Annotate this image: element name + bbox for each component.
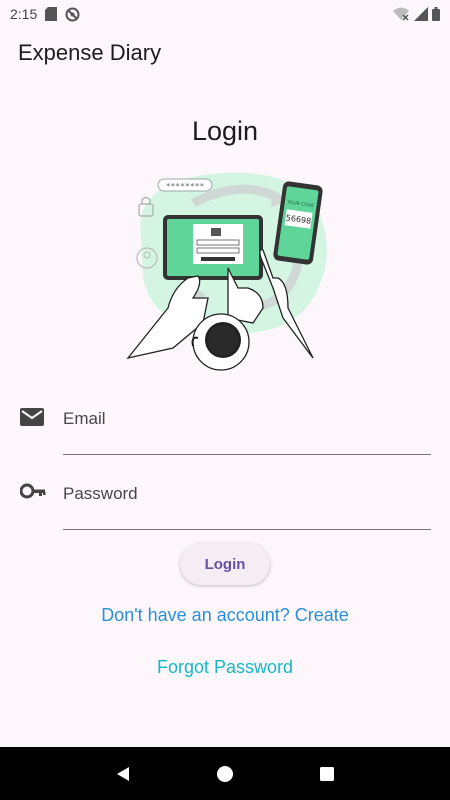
- recents-square-icon: [320, 766, 334, 781]
- login-illustration: ******** YOUR CODE 56698: [113, 158, 335, 378]
- recents-button[interactable]: [315, 762, 339, 786]
- password-field-group: Password: [0, 473, 450, 533]
- email-input[interactable]: [63, 398, 431, 455]
- status-time: 2:15: [10, 6, 38, 22]
- password-mask-text: ********: [166, 182, 205, 191]
- signal-icon: [414, 7, 428, 21]
- create-account-link[interactable]: Don't have an account? Create: [0, 605, 450, 626]
- back-triangle-icon: [117, 766, 129, 781]
- system-nav-bar: [0, 747, 450, 800]
- email-field-group: Email: [0, 398, 450, 458]
- status-bar: 2:15: [0, 0, 450, 28]
- wifi-off-icon: [392, 7, 410, 21]
- app-bar-title: Expense Diary: [18, 40, 162, 65]
- no-sync-icon: [65, 7, 80, 22]
- key-icon: [19, 483, 46, 505]
- sd-card-icon: [45, 7, 58, 21]
- battery-icon: [432, 7, 440, 21]
- mail-icon: [20, 408, 46, 430]
- back-button[interactable]: [111, 762, 135, 786]
- login-button[interactable]: Login: [180, 543, 270, 585]
- forgot-password-link[interactable]: Forgot Password: [0, 657, 450, 678]
- password-input[interactable]: [63, 473, 431, 530]
- page-title: Login: [191, 116, 259, 146]
- home-button[interactable]: [213, 762, 237, 786]
- home-circle-icon: [217, 765, 233, 782]
